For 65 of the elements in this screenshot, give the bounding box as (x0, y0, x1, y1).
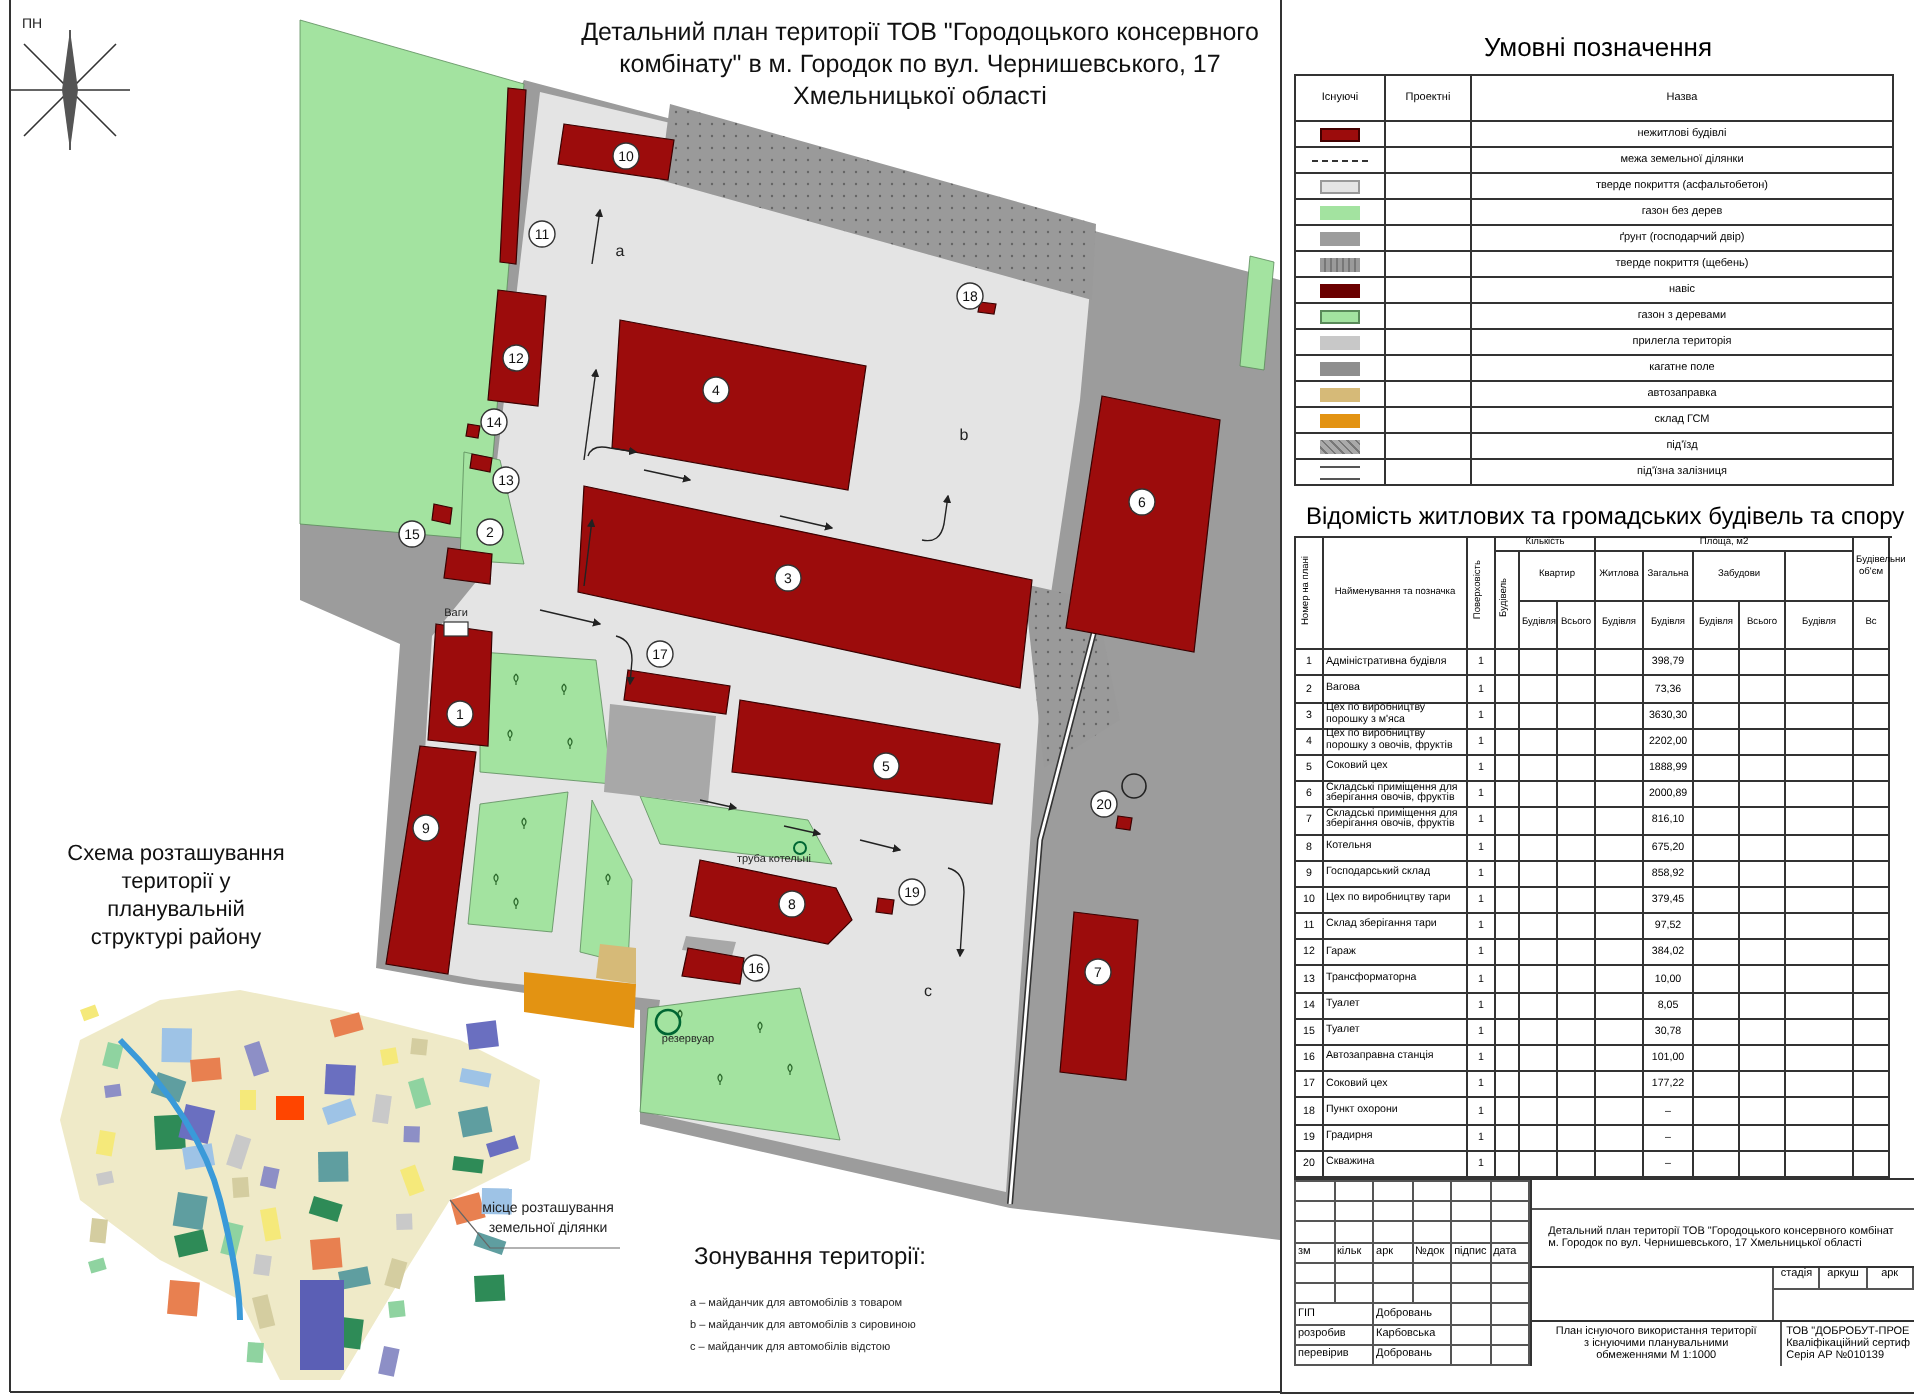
tree-icon (567, 737, 573, 750)
direction-arrow (783, 825, 822, 837)
building (875, 897, 895, 915)
table-title: Відомість житлових та громадських будівель та спору (1304, 500, 1907, 534)
building (487, 289, 547, 407)
direction-arrow (947, 867, 965, 958)
tree-icon (513, 897, 519, 910)
tree-icon (493, 873, 499, 886)
direction-arrow (921, 494, 952, 542)
zone-label: b (959, 426, 969, 444)
tank-icon (654, 1008, 682, 1036)
direction-arrow (643, 469, 692, 483)
direction-arrow (591, 208, 604, 265)
legend-swatch (1320, 335, 1360, 349)
tree-lawn (467, 791, 569, 933)
zone-label: a (615, 242, 625, 260)
direction-arrow (583, 518, 596, 587)
direction-arrow (615, 635, 635, 686)
building (1115, 815, 1133, 831)
zone-label: c (924, 982, 932, 1000)
direction-arrow (539, 609, 602, 627)
legend-swatch (1320, 439, 1360, 453)
direction-arrow (699, 799, 738, 811)
legend-swatch (1320, 309, 1360, 323)
tree-icon (677, 1009, 683, 1022)
legend-swatch (1320, 387, 1360, 401)
tree-icon (507, 729, 513, 742)
building (465, 423, 481, 439)
scheme-title: планувальній (107, 898, 245, 922)
legend-swatch (1320, 179, 1360, 193)
tree-icon (717, 1073, 723, 1086)
scheme-title: структурі району (90, 926, 262, 950)
canopy-area (604, 704, 716, 804)
zoning-title: Зонування території: (694, 1242, 926, 1270)
tree-icon (561, 683, 567, 696)
building (431, 503, 453, 525)
plan-title: Хмельницької області (793, 82, 1047, 110)
tree-icon (521, 817, 527, 830)
legend-swatch (1320, 231, 1360, 245)
legend-swatch (1320, 361, 1360, 375)
scale-platform (443, 621, 469, 637)
legend-swatch (1320, 127, 1360, 141)
building (443, 547, 493, 585)
tree-icon (513, 673, 519, 686)
scheme-title: території у (121, 870, 231, 894)
tree-icon (757, 1021, 763, 1034)
building (469, 453, 493, 473)
chimney-icon (793, 841, 807, 855)
fuel-storage-area (524, 972, 636, 1028)
tree-lawn (479, 651, 613, 785)
direction-arrow (779, 515, 834, 531)
legend-swatch (1320, 283, 1360, 297)
lawn (1239, 255, 1275, 371)
well-icon (1121, 773, 1147, 799)
plan-title: комбінату" в м. Городок по вул. Чернишевського, 17 (619, 50, 1221, 78)
legend-swatch (1320, 413, 1360, 427)
tree-icon (787, 1063, 793, 1076)
legend-swatch (1320, 205, 1360, 219)
tree-icon (605, 873, 611, 886)
plan-title: Детальний план території ТОВ "Городоцького консервного (581, 18, 1259, 46)
legend-swatch (1320, 257, 1360, 271)
scheme-title: Схема розташування (67, 842, 285, 866)
legend-title: Умовні позначення (1481, 30, 1715, 66)
direction-arrow (859, 839, 902, 853)
fuel-station-area (596, 944, 636, 984)
